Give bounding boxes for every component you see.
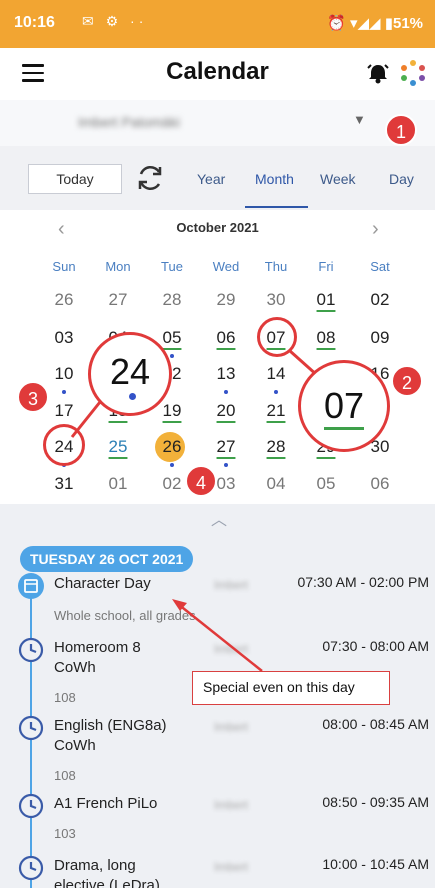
event-time: 10:00 - 10:45 AM bbox=[322, 856, 429, 872]
calendar-day[interactable]: 14 bbox=[248, 364, 304, 384]
next-month-icon[interactable]: › bbox=[372, 218, 379, 241]
event-subtitle: 103 bbox=[54, 826, 76, 841]
calendar-day[interactable]: 27 bbox=[90, 290, 146, 310]
calendar-day[interactable]: 01 bbox=[298, 290, 354, 310]
clock-icon bbox=[18, 637, 44, 663]
calendar-day[interactable]: 21 bbox=[248, 401, 304, 421]
zoomed-day-07-label: 07 bbox=[323, 385, 365, 430]
highlight-circle-07 bbox=[257, 317, 297, 357]
annotation-badge-1: 1 bbox=[385, 114, 417, 146]
annotation-badge-4: 4 bbox=[185, 465, 217, 497]
event-title[interactable]: Homeroom 8 CoWh bbox=[54, 638, 141, 678]
month-label: October 2021 bbox=[176, 220, 259, 235]
event-teacher-blurred: Imbert bbox=[214, 798, 249, 812]
event-teacher-blurred: Imbert bbox=[214, 720, 249, 734]
tab-month[interactable]: Month bbox=[255, 171, 294, 187]
active-tab-indicator bbox=[245, 206, 308, 208]
clock-icon bbox=[18, 793, 44, 819]
event-time: 07:30 AM - 02:00 PM bbox=[297, 574, 429, 590]
event-time: 08:00 - 08:45 AM bbox=[322, 716, 429, 732]
zoomed-event-dot bbox=[129, 393, 136, 400]
annotation-badge-3: 3 bbox=[17, 381, 49, 413]
calendar-day[interactable]: 04 bbox=[248, 474, 304, 494]
status-time: 10:16 bbox=[14, 14, 55, 31]
calendar-day[interactable]: 06 bbox=[198, 328, 254, 348]
event-time: 08:50 - 09:35 AM bbox=[322, 794, 429, 810]
weekday-header: Wed bbox=[212, 259, 240, 274]
weekday-header: Fri bbox=[318, 259, 334, 274]
calendar-day[interactable]: 05 bbox=[298, 474, 354, 494]
event-indicator-dot bbox=[62, 390, 66, 394]
weekday-header: Thu bbox=[264, 259, 288, 274]
calendar-day[interactable]: 26 bbox=[144, 437, 200, 457]
refresh-icon[interactable] bbox=[134, 162, 166, 194]
calendar-day[interactable]: 29 bbox=[198, 290, 254, 310]
dropdown-caret-icon[interactable]: ▼ bbox=[353, 112, 366, 127]
calendar-day[interactable]: 01 bbox=[90, 474, 146, 494]
event-time: 07:30 - 08:00 AM bbox=[322, 638, 429, 654]
zoomed-day-07: 07 bbox=[298, 360, 390, 452]
special-event-callout: Special even on this day bbox=[192, 671, 390, 705]
status-right-icons: ⏰ ▾◢◢ ▮51% bbox=[327, 15, 423, 32]
notification-icons: ✉ ⚙ ·· bbox=[82, 13, 148, 29]
calendar-day[interactable]: 03 bbox=[36, 328, 92, 348]
event-indicator-dot bbox=[170, 354, 174, 358]
school-logo-icon bbox=[401, 60, 425, 86]
calendar-day[interactable]: 09 bbox=[352, 328, 408, 348]
calendar-day[interactable]: 10 bbox=[36, 364, 92, 384]
event-subtitle: Whole school, all grades bbox=[54, 608, 196, 623]
event-indicator-dot bbox=[224, 390, 228, 394]
weekday-header: Tue bbox=[161, 259, 183, 274]
annotation-badge-2: 2 bbox=[391, 365, 423, 397]
today-button[interactable]: Today bbox=[28, 164, 122, 194]
collapse-chevron-icon[interactable]: ︿ bbox=[211, 506, 227, 530]
calendar-day[interactable]: 25 bbox=[90, 437, 146, 457]
calendar-day[interactable]: 31 bbox=[36, 474, 92, 494]
weekday-header: Sun bbox=[52, 259, 76, 274]
tab-week[interactable]: Week bbox=[320, 171, 356, 187]
calendar-event-icon bbox=[18, 573, 44, 599]
calendar-day[interactable]: 13 bbox=[198, 364, 254, 384]
calendar-day[interactable]: 30 bbox=[248, 290, 304, 310]
calendar-day[interactable]: 02 bbox=[352, 290, 408, 310]
calendar-day[interactable]: 26 bbox=[36, 290, 92, 310]
event-title[interactable]: Character Day bbox=[54, 574, 151, 594]
user-selector[interactable]: Imbert Patomäki ▼ bbox=[0, 100, 435, 146]
tab-year[interactable]: Year bbox=[197, 171, 225, 187]
event-teacher-blurred: Imbert bbox=[214, 860, 249, 874]
event-teacher-blurred: Imbert bbox=[214, 642, 249, 656]
calendar-day[interactable]: 20 bbox=[198, 401, 254, 421]
event-indicator-dot bbox=[170, 463, 174, 467]
event-title[interactable]: Drama, long elective (LeDra) bbox=[54, 856, 160, 888]
alarm-icon[interactable] bbox=[366, 62, 390, 84]
weekday-header: Mon bbox=[105, 259, 131, 274]
calendar-day[interactable]: 08 bbox=[298, 328, 354, 348]
highlight-circle-24 bbox=[43, 424, 85, 466]
event-subtitle: 108 bbox=[54, 768, 76, 783]
zoomed-day-24: 24 bbox=[88, 332, 172, 416]
event-indicator-dot bbox=[274, 390, 278, 394]
agenda-date-header: TUESDAY 26 OCT 2021 bbox=[20, 546, 194, 572]
zoomed-day-24-label: 24 bbox=[109, 351, 151, 392]
event-teacher-blurred: Imbert bbox=[214, 578, 249, 592]
event-title[interactable]: A1 French PiLo bbox=[54, 794, 157, 814]
calendar-day[interactable]: 28 bbox=[248, 437, 304, 457]
calendar-day[interactable]: 06 bbox=[352, 474, 408, 494]
user-name: Imbert Patomäki bbox=[78, 114, 180, 130]
clock-icon bbox=[18, 715, 44, 741]
event-title[interactable]: English (ENG8a) CoWh bbox=[54, 716, 167, 756]
event-indicator-dot bbox=[224, 463, 228, 467]
status-bar: 10:16 ✉ ⚙ ·· ⏰ ▾◢◢ ▮51% bbox=[0, 0, 435, 48]
tab-day[interactable]: Day bbox=[389, 171, 414, 187]
view-toolbar: Today Year Month Week Day bbox=[0, 146, 435, 210]
weekday-header: Sat bbox=[370, 259, 390, 274]
event-subtitle: 108 bbox=[54, 690, 76, 705]
app-bar: Calendar bbox=[0, 48, 435, 100]
clock-icon bbox=[18, 855, 44, 881]
calendar-day[interactable]: 28 bbox=[144, 290, 200, 310]
calendar-day[interactable]: 27 bbox=[198, 437, 254, 457]
